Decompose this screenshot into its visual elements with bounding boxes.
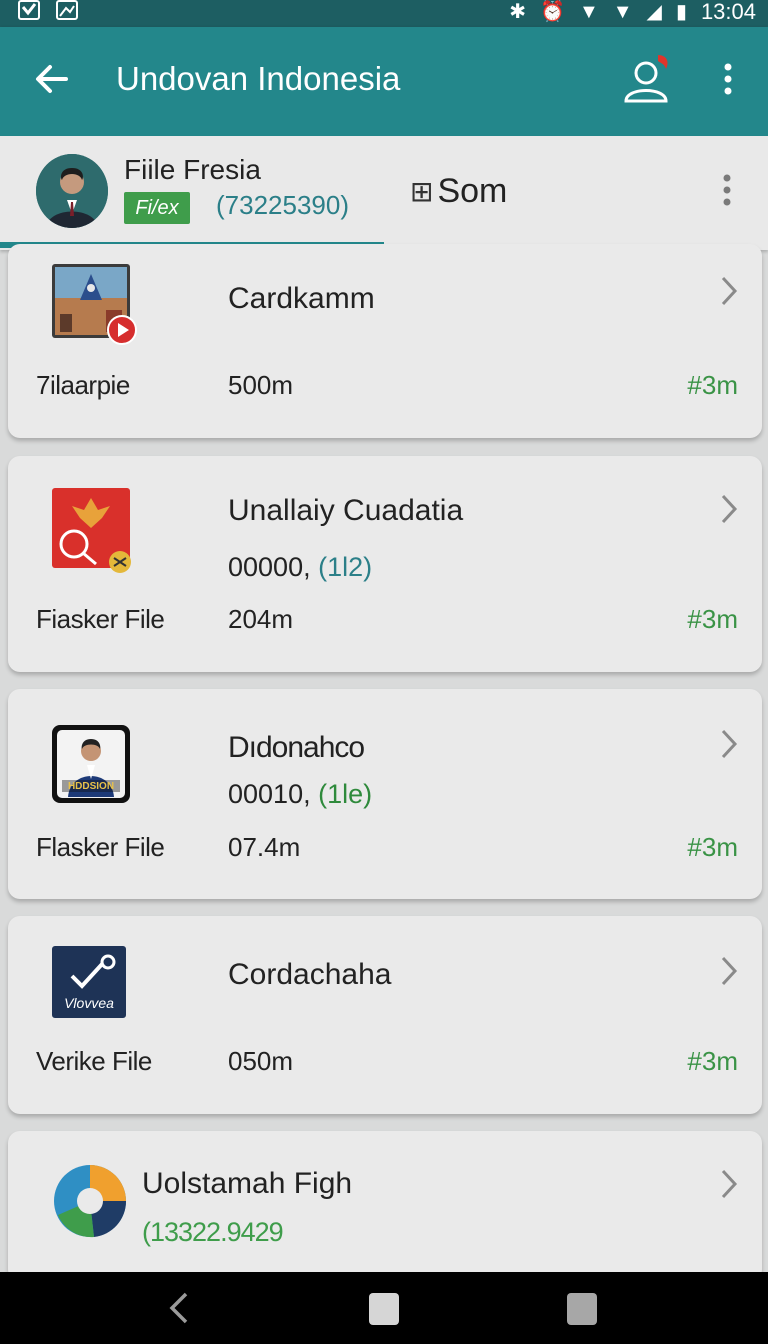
signal-icon: ▼	[612, 1, 633, 23]
status-bar: ✱ ⏰ ▼ ▼ ◢ ▮ 13:04	[0, 0, 768, 27]
item-title: Dıdonahco	[228, 731, 365, 764]
navigation-bar	[0, 1272, 768, 1344]
page-title: Undovan Indonesia	[116, 60, 401, 97]
avatar[interactable]	[36, 154, 108, 228]
arrow-left-icon[interactable]	[30, 57, 74, 101]
profile-thumbnail[interactable]: HDDSION	[52, 725, 132, 803]
verify-thumbnail[interactable]: Vlovvea	[52, 946, 132, 1022]
svg-text:Vlovvea: Vlovvea	[64, 995, 114, 1011]
chart-app-icon[interactable]	[52, 1161, 132, 1238]
item-number: 00000, (1l2)	[228, 552, 373, 582]
svg-text:HDDSION: HDDSION	[68, 781, 114, 792]
som-label: Som	[437, 172, 508, 210]
more-vert-icon[interactable]	[712, 57, 744, 101]
more-vert-icon[interactable]	[716, 170, 738, 210]
item-size: 07.4m	[228, 832, 301, 862]
item-label: Fiasker File	[36, 604, 165, 634]
item-size: 050m	[228, 1046, 294, 1076]
item-title: Cardkamm	[228, 282, 375, 315]
check-box-icon	[18, 0, 40, 20]
app-bar: Undovan Indonesia	[0, 27, 768, 136]
profile-name: Fiile Fresia	[124, 154, 261, 185]
chevron-right-icon[interactable]	[718, 727, 740, 761]
list-item[interactable]: HDDSION Dıdonahco 00010, (1le) Flasker F…	[8, 689, 762, 899]
item-number: (13322.9429	[142, 1217, 284, 1247]
item-size: 204m	[228, 604, 294, 634]
profile-header: Fiile Fresia Fi/ex (73225390) ⊞ Som	[0, 136, 768, 250]
document-thumbnail[interactable]	[52, 488, 132, 573]
item-label: Flasker File	[36, 832, 165, 862]
item-number: 00010, (1le)	[228, 779, 373, 809]
list-item[interactable]: Uolstamah Figh (13322.9429	[8, 1131, 762, 1281]
video-thumbnail[interactable]	[52, 264, 137, 345]
nav-home-icon[interactable]	[369, 1293, 399, 1325]
profile-phone: (73225390)	[216, 190, 349, 220]
nav-recent-apps-icon[interactable]	[567, 1293, 597, 1325]
list-item[interactable]: Unallaiy Cuadatia 00000, (1l2) Fiasker F…	[8, 456, 762, 672]
item-title: Cordachaha	[228, 958, 392, 991]
item-label: Verike File	[36, 1046, 152, 1076]
item-tag: #3m	[687, 1046, 738, 1076]
battery-icon: ▮	[675, 1, 687, 23]
wifi-icon: ▼	[578, 1, 599, 23]
list-item[interactable]: Cardkamm 7ilaarpie 500m #3m	[8, 244, 762, 438]
item-tag: #3m	[687, 370, 738, 400]
nav-back-icon[interactable]	[164, 1290, 194, 1326]
user-alert-icon[interactable]	[620, 51, 676, 107]
item-title: Unallaiy Cuadatia	[228, 494, 464, 527]
som-tab[interactable]: ⊞ Som	[410, 172, 507, 211]
item-label: 7ilaarpie	[36, 370, 130, 400]
item-tag: #3m	[687, 832, 738, 862]
chevron-right-icon[interactable]	[718, 492, 740, 526]
status-badge: Fi/ex	[124, 192, 190, 224]
chevron-right-icon[interactable]	[718, 954, 740, 988]
status-icons: ✱ ⏰ ▼ ▼ ◢ ▮ 13:04	[509, 0, 756, 24]
grid-icon: ⊞	[410, 176, 434, 207]
item-tag: #3m	[687, 604, 738, 634]
chevron-right-icon[interactable]	[718, 274, 740, 308]
alarm-icon: ⏰	[540, 1, 565, 23]
image-icon	[56, 0, 78, 20]
chevron-right-icon[interactable]	[718, 1167, 740, 1201]
signal-icon: ◢	[646, 1, 662, 23]
bluetooth-off-icon: ✱	[509, 1, 527, 23]
clock: 13:04	[700, 0, 756, 24]
item-title: Uolstamah Figh	[142, 1167, 353, 1200]
list-item[interactable]: Vlovvea Cordachaha Verike File 050m #3m	[8, 916, 762, 1114]
item-size: 500m	[228, 370, 294, 400]
